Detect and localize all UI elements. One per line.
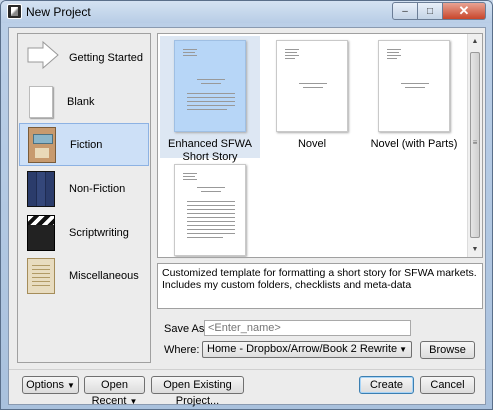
- where-label: Where:: [164, 344, 200, 356]
- cancel-button-label: Cancel: [430, 379, 465, 391]
- open-existing-project-button-label: Open Existing Project...: [163, 379, 232, 407]
- where-dropdown[interactable]: Home - Dropbox/Arrow/Book 2 Rewrite ▼: [202, 341, 412, 358]
- template-grid: Enhanced SFWA Short Story Novel Novel (w…: [157, 33, 483, 258]
- dropdown-arrow-icon: ▼: [399, 345, 407, 354]
- blank-page-icon: [29, 85, 53, 118]
- sidebar-item-miscellaneous[interactable]: Miscellaneous: [19, 254, 149, 297]
- sidebar-item-label: Miscellaneous: [69, 269, 139, 282]
- sidebar-item-fiction[interactable]: Fiction: [19, 123, 149, 166]
- template-thumbnail: [378, 40, 450, 132]
- books-icon: [27, 170, 55, 207]
- sidebar-item-label: Scriptwriting: [69, 226, 129, 239]
- options-button[interactable]: Options ▼: [22, 376, 79, 394]
- footer-divider: [9, 369, 485, 370]
- dropdown-arrow-icon: ▼: [67, 381, 75, 390]
- new-project-window: New Project – □ ✕ Getting Started Blank …: [0, 0, 493, 410]
- open-existing-project-button[interactable]: Open Existing Project...: [151, 376, 244, 407]
- template-thumbnail: [276, 40, 348, 132]
- sidebar-item-label: Fiction: [70, 138, 103, 151]
- open-recent-button-label: Open Recent: [91, 379, 128, 407]
- category-sidebar: Getting Started Blank Fiction Non-Fictio…: [17, 33, 151, 363]
- open-recent-button[interactable]: Open Recent ▼: [84, 376, 145, 407]
- arrow-icon: [27, 40, 59, 76]
- sidebar-item-label: Blank: [67, 95, 95, 108]
- window-controls: – □ ✕: [392, 2, 486, 20]
- template-thumbnail: [174, 40, 246, 132]
- sidebar-item-scriptwriting[interactable]: Scriptwriting: [19, 211, 149, 254]
- sidebar-item-label: Getting Started: [69, 51, 143, 64]
- template-enhanced-sfwa-short-story[interactable]: Enhanced SFWA Short Story: [160, 36, 260, 163]
- options-button-label: Options: [26, 379, 64, 391]
- template-thumbnail: [174, 164, 246, 256]
- browse-button[interactable]: Browse: [420, 341, 475, 359]
- minimize-icon: –: [402, 5, 408, 17]
- minimize-button[interactable]: –: [392, 2, 418, 20]
- template-novel-with-parts[interactable]: Novel (with Parts): [364, 36, 464, 151]
- create-button[interactable]: Create: [359, 376, 414, 394]
- dropdown-arrow-icon: ▼: [129, 397, 138, 406]
- scroll-down-icon[interactable]: ▼: [468, 242, 482, 257]
- scroll-grip-icon: ≡: [472, 138, 478, 147]
- template-untitled[interactable]: [160, 160, 260, 262]
- save-as-input[interactable]: [204, 320, 411, 336]
- sidebar-item-label: Non-Fiction: [69, 182, 126, 195]
- clapperboard-icon: [27, 214, 55, 251]
- close-icon: ✕: [458, 3, 470, 18]
- save-as-label: Save As:: [164, 323, 208, 335]
- cancel-button[interactable]: Cancel: [420, 376, 475, 394]
- scroll-up-icon[interactable]: ▲: [468, 34, 482, 49]
- where-value: Home - Dropbox/Arrow/Book 2 Rewrite: [207, 343, 398, 355]
- browse-button-label: Browse: [429, 344, 466, 356]
- template-label: Novel: [297, 138, 327, 150]
- template-label: Novel (with Parts): [370, 138, 458, 150]
- template-novel[interactable]: Novel: [262, 36, 362, 151]
- create-button-label: Create: [369, 379, 404, 391]
- close-button[interactable]: ✕: [443, 2, 486, 20]
- maximize-icon: □: [426, 5, 434, 17]
- template-scrollbar[interactable]: ▲ ≡ ▼: [467, 34, 482, 257]
- title-bar: New Project – □ ✕: [1, 1, 492, 23]
- scrivener-app-icon: [7, 4, 22, 19]
- fiction-book-icon: [28, 126, 56, 163]
- sidebar-item-getting-started[interactable]: Getting Started: [19, 36, 149, 79]
- parchment-icon: [27, 257, 55, 294]
- template-description: Customized template for formatting a sho…: [157, 263, 483, 309]
- window-title: New Project: [26, 5, 91, 19]
- sidebar-item-blank[interactable]: Blank: [19, 80, 149, 123]
- maximize-button[interactable]: □: [418, 2, 443, 20]
- sidebar-item-non-fiction[interactable]: Non-Fiction: [19, 167, 149, 210]
- dialog-body: Getting Started Blank Fiction Non-Fictio…: [8, 27, 486, 407]
